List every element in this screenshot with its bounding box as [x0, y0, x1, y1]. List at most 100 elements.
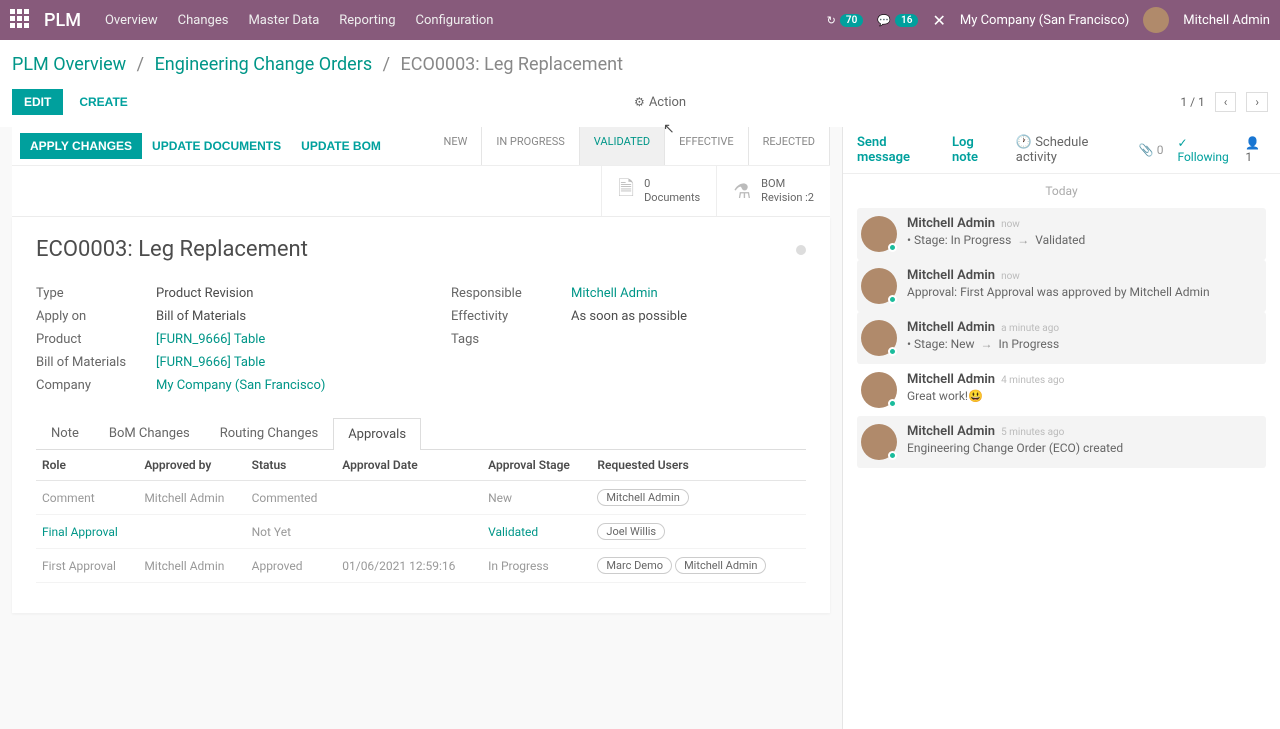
app-title[interactable]: PLM: [44, 10, 81, 31]
messages-indicator[interactable]: 💬 16: [877, 14, 918, 27]
document-icon: 🗎: [618, 174, 634, 208]
msg-time: 4 minutes ago: [1001, 375, 1064, 386]
chatter-bar: Send message Log note 🕐 Schedule activit…: [843, 127, 1280, 174]
chatter-message: Mitchell Admin now Approval: First Approv…: [857, 260, 1266, 312]
avatar[interactable]: [861, 424, 897, 460]
activity-indicator[interactable]: ↻ 70: [827, 14, 864, 27]
stage-inprogress[interactable]: IN PROGRESS: [482, 127, 579, 165]
avatar[interactable]: [861, 372, 897, 408]
field-bom[interactable]: [FURN_9666] Table: [156, 355, 265, 370]
tab-bomchanges[interactable]: BoM Changes: [94, 417, 205, 449]
action-dropdown[interactable]: ⚙ Action: [634, 95, 686, 110]
stat-bom[interactable]: ⚗ BOMRevision :2: [716, 166, 830, 216]
pager: 1 / 1 ‹ ›: [1180, 92, 1268, 112]
avatar[interactable]: [1143, 7, 1169, 33]
tab-approvals[interactable]: Approvals: [333, 418, 421, 450]
avatar[interactable]: [861, 268, 897, 304]
attachment-count[interactable]: 📎0: [1139, 143, 1164, 157]
pager-prev[interactable]: ‹: [1215, 92, 1237, 112]
tab-note[interactable]: Note: [36, 417, 94, 449]
msg-author[interactable]: Mitchell Admin: [907, 216, 995, 231]
bc-parent[interactable]: Engineering Change Orders: [155, 54, 373, 75]
topnav: Overview Changes Master Data Reporting C…: [105, 13, 494, 28]
nav-configuration[interactable]: Configuration: [416, 13, 494, 28]
nav-reporting[interactable]: Reporting: [339, 13, 395, 28]
chat-icon: 💬: [877, 14, 891, 27]
field-company[interactable]: My Company (San Francisco): [156, 378, 325, 393]
nav-overview[interactable]: Overview: [105, 13, 158, 28]
msg-author[interactable]: Mitchell Admin: [907, 372, 995, 387]
msg-time: a minute ago: [1001, 323, 1059, 334]
stage-validated[interactable]: VALIDATED: [580, 127, 665, 165]
paperclip-icon: 📎: [1139, 143, 1154, 157]
chatter-message: Mitchell Admin 5 minutes ago Engineering …: [857, 416, 1266, 468]
stage-effective[interactable]: EFFECTIVE: [665, 127, 748, 165]
status-row: APPLY CHANGES UPDATE DOCUMENTS UPDATE BO…: [12, 127, 830, 166]
user-chip[interactable]: Joel Willis: [597, 523, 665, 540]
nav-changes[interactable]: Changes: [178, 13, 229, 28]
field-type: Product Revision: [156, 286, 253, 301]
clock-icon: 🕐: [1016, 135, 1032, 150]
control-row: EDIT CREATE ⚙ Action 1 / 1 ‹ ›: [0, 83, 1280, 127]
topbar: PLM Overview Changes Master Data Reporti…: [0, 0, 1280, 40]
apps-icon[interactable]: [10, 9, 32, 31]
stage-rejected[interactable]: REJECTED: [749, 127, 830, 165]
user-chip[interactable]: Mitchell Admin: [675, 557, 766, 574]
apply-changes-button[interactable]: APPLY CHANGES: [20, 133, 142, 159]
stat-documents[interactable]: 🗎 0Documents: [601, 166, 716, 216]
avatar[interactable]: [861, 216, 897, 252]
stage-new[interactable]: NEW: [429, 127, 482, 165]
breadcrumb: PLM Overview / Engineering Change Orders…: [0, 40, 1280, 83]
table-row[interactable]: Final ApprovalNot YetValidatedJoel Willi…: [36, 515, 806, 549]
field-applyon: Bill of Materials: [156, 309, 246, 324]
chatter: Send message Log note 🕐 Schedule activit…: [842, 127, 1280, 729]
msg-time: 5 minutes ago: [1001, 427, 1064, 438]
pager-next[interactable]: ›: [1246, 92, 1268, 112]
field-effectivity: As soon as possible: [571, 309, 687, 324]
chatter-message: Mitchell Admin4 minutes ago Great work!😃: [857, 364, 1266, 416]
form-sheet: ECO0003: Leg Replacement TypeProduct Rev…: [12, 217, 830, 613]
close-icon[interactable]: ✕: [932, 11, 945, 30]
avatar[interactable]: [861, 320, 897, 356]
msg-content: Stage: In Progress → Validated: [907, 233, 1262, 247]
log-note-button[interactable]: Log note: [952, 135, 998, 165]
tab-routingchanges[interactable]: Routing Changes: [205, 417, 333, 449]
company-switcher[interactable]: My Company (San Francisco): [960, 13, 1129, 28]
user-chip[interactable]: Mitchell Admin: [597, 489, 688, 506]
edit-button[interactable]: EDIT: [12, 89, 63, 115]
msg-content: Approval: First Approval was approved by…: [907, 285, 1262, 299]
nav-masterdata[interactable]: Master Data: [248, 13, 319, 28]
user-chip[interactable]: Marc Demo: [597, 557, 672, 574]
msg-content: Engineering Change Order (ECO) created: [907, 441, 1262, 455]
msg-author[interactable]: Mitchell Admin: [907, 268, 995, 283]
create-button[interactable]: CREATE: [67, 89, 139, 115]
msg-author[interactable]: Mitchell Admin: [907, 424, 995, 439]
stage-bar: NEW IN PROGRESS VALIDATED EFFECTIVE REJE…: [429, 127, 830, 165]
schedule-activity-button[interactable]: 🕐 Schedule activity: [1016, 135, 1121, 165]
chatter-message: Mitchell Admin a minute ago Stage: New → …: [857, 312, 1266, 364]
field-responsible[interactable]: Mitchell Admin: [571, 286, 658, 301]
msg-time: now: [1001, 219, 1020, 230]
follower-count[interactable]: 👤 1: [1245, 136, 1266, 164]
msg-content: Stage: New → In Progress: [907, 337, 1262, 351]
tabs: Note BoM Changes Routing Changes Approva…: [36, 417, 806, 450]
priority-dot[interactable]: [796, 245, 806, 255]
stat-row: 🗎 0Documents ⚗ BOMRevision :2: [12, 166, 830, 217]
flask-icon: ⚗: [733, 179, 751, 203]
msg-time: now: [1001, 271, 1020, 282]
update-bom-button[interactable]: UPDATE BOM: [291, 133, 391, 159]
pager-count: 1 / 1: [1180, 95, 1204, 109]
table-row[interactable]: CommentMitchell AdminCommentedNewMitchel…: [36, 481, 806, 515]
chatter-message: Mitchell Admin now Stage: In Progress → V…: [857, 208, 1266, 260]
bc-current: ECO0003: Leg Replacement: [401, 54, 623, 75]
field-product[interactable]: [FURN_9666] Table: [156, 332, 265, 347]
approvals-table: Role Approved by Status Approval Date Ap…: [36, 450, 806, 583]
following-button[interactable]: ✓ Following: [1177, 136, 1231, 164]
bc-root[interactable]: PLM Overview: [12, 54, 126, 75]
update-documents-button[interactable]: UPDATE DOCUMENTS: [142, 133, 291, 159]
gear-icon: ⚙: [634, 95, 645, 109]
msg-author[interactable]: Mitchell Admin: [907, 320, 995, 335]
table-row[interactable]: First ApprovalMitchell AdminApproved01/0…: [36, 549, 806, 583]
send-message-button[interactable]: Send message: [857, 135, 934, 165]
user-menu[interactable]: Mitchell Admin: [1183, 13, 1270, 28]
